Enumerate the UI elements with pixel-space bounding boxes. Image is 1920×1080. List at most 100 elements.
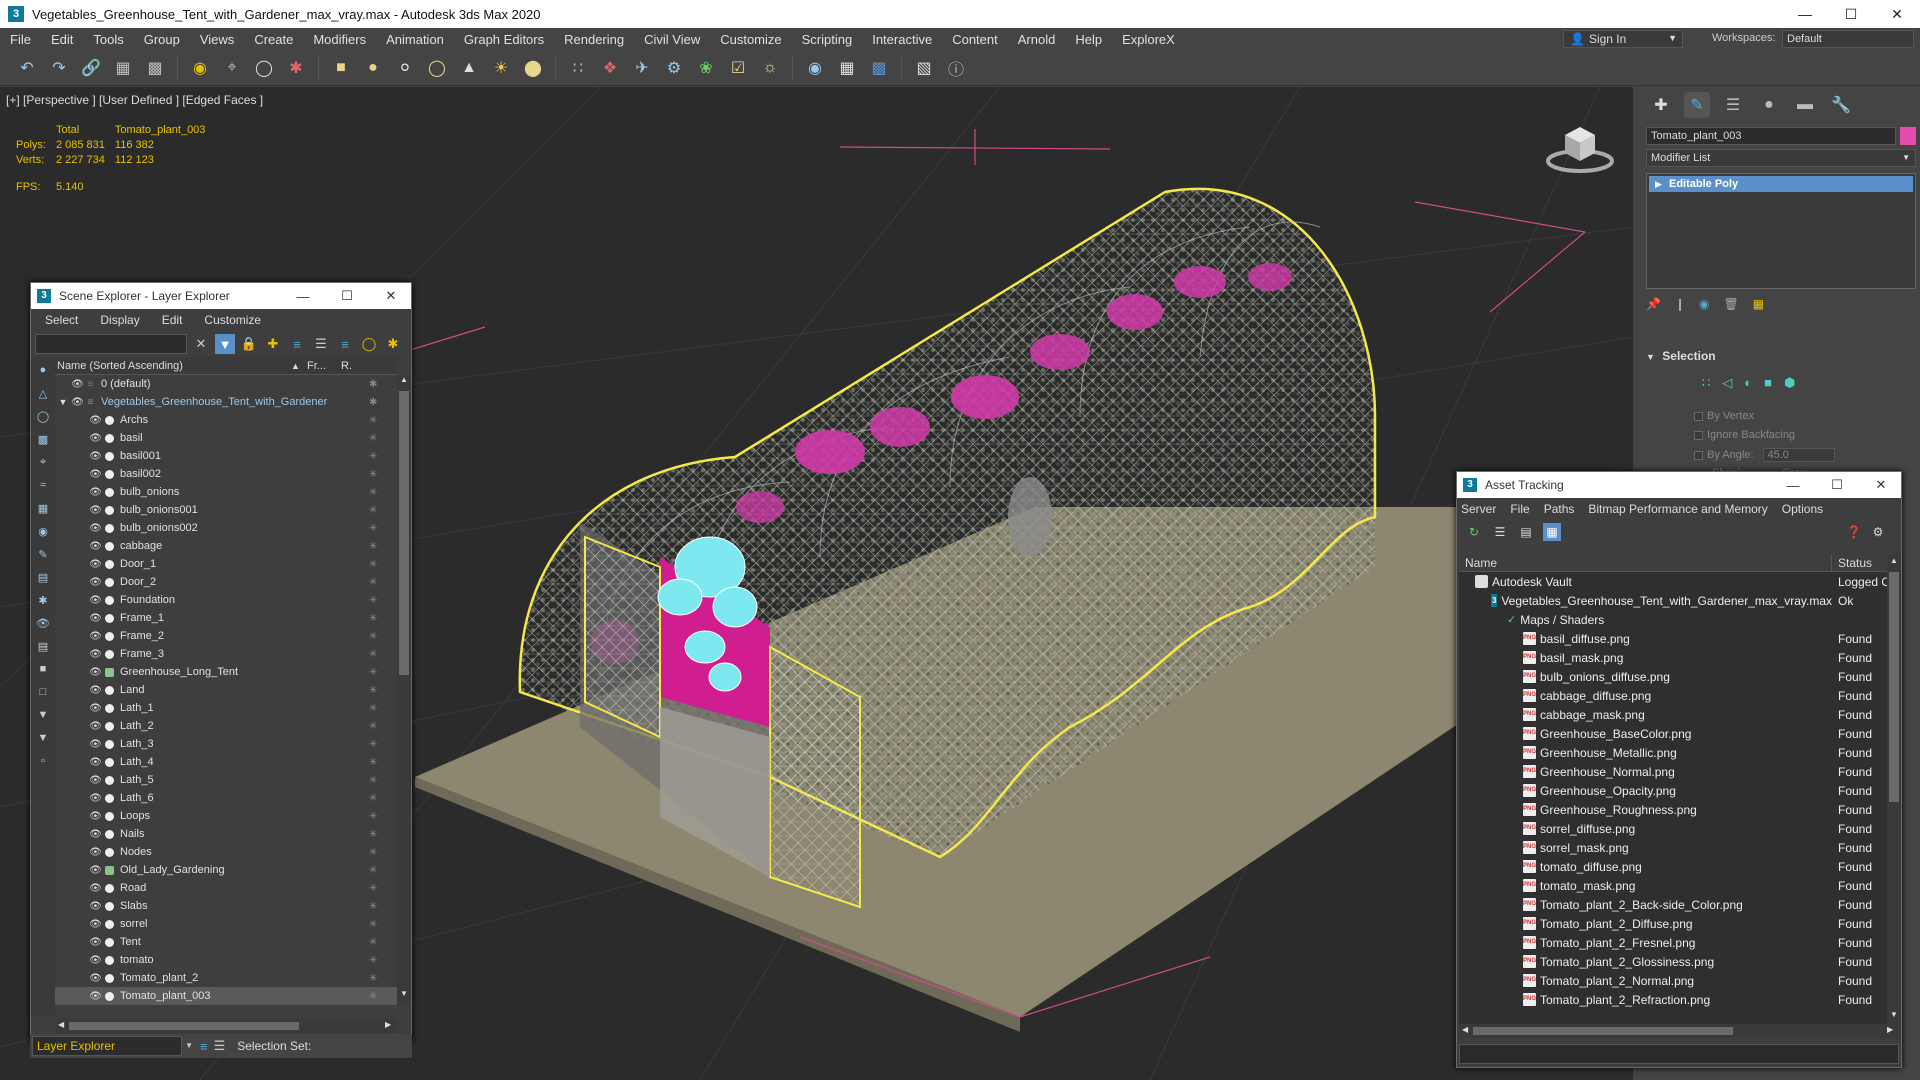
file-row[interactable]: 3 Vegetables_Greenhouse_Tent_with_Gardene… [1459, 591, 1887, 610]
invert-display-icon[interactable]: ▼ [34, 706, 52, 724]
map-row[interactable]: PNG Tomato_plant_2_Glossiness.png Found [1459, 952, 1887, 971]
border-icon[interactable]: ◐ [1744, 375, 1752, 391]
display-helpers-icon[interactable]: ⌖ [34, 453, 52, 471]
lock-icon[interactable]: 🔒 [239, 334, 259, 354]
expand-arrow-icon[interactable]: ▶ [1655, 176, 1662, 192]
object-row[interactable]: 👁 Tent ✳ [55, 933, 397, 951]
filter-funnel-icon[interactable]: ▼ [34, 729, 52, 747]
maximize-icon[interactable]: ☐ [1828, 0, 1874, 28]
object-row[interactable]: 👁 Old_Lady_Gardening ✳ [55, 861, 397, 879]
map-row[interactable]: PNG Greenhouse_Opacity.png Found [1459, 781, 1887, 800]
settings-icon[interactable]: ⚙ [1869, 523, 1887, 541]
modify-tab-icon[interactable]: ✎ [1684, 92, 1710, 118]
scroll-up-icon[interactable]: ▲ [1890, 556, 1898, 565]
freeze-icon[interactable]: ✳ [369, 541, 377, 552]
eye-icon[interactable]: 👁 [89, 559, 102, 570]
freeze-icon[interactable]: ✳ [369, 739, 377, 750]
hierarchy-icon[interactable]: ☰ [214, 1038, 226, 1054]
eye-icon[interactable]: 👁 [89, 829, 102, 840]
freeze-icon[interactable]: ✳ [369, 775, 377, 786]
gear-icon[interactable]: ⚙ [661, 55, 687, 81]
object-row[interactable]: 👁 Door_2 ✳ [55, 573, 397, 591]
freeze-icon[interactable]: ✳ [369, 883, 377, 894]
eye-icon[interactable]: 👁 [89, 613, 102, 624]
menu-edit[interactable]: Edit [41, 32, 83, 47]
freeze-icon[interactable]: ✳ [369, 901, 377, 912]
object-row[interactable]: 👁 Lath_4 ✳ [55, 753, 397, 771]
eye-icon[interactable]: 👁 [89, 523, 102, 534]
minimize-icon[interactable]: — [1771, 472, 1815, 498]
object-row[interactable]: 👁 Lath_3 ✳ [55, 735, 397, 753]
render-sphere-icon[interactable]: ◉ [802, 55, 828, 81]
viewcube[interactable] [1545, 117, 1615, 177]
display-containers-icon[interactable]: ▤ [34, 568, 52, 586]
remove-modifier-icon[interactable]: 🗑 [1724, 297, 1739, 317]
freeze-icon[interactable]: ✳ [369, 613, 377, 624]
object-row[interactable]: 👁 Frame_3 ✳ [55, 645, 397, 663]
eye-icon[interactable]: 👁 [89, 847, 102, 858]
material-editor-icon[interactable]: ▦ [834, 55, 860, 81]
object-row[interactable]: 👁 tomato ✳ [55, 951, 397, 969]
freeze-icon[interactable]: ✳ [369, 865, 377, 876]
at-menu-server[interactable]: Server [1461, 502, 1496, 516]
close-icon[interactable]: ✕ [1859, 472, 1903, 498]
eye-icon[interactable]: 👁 [89, 433, 102, 444]
object-row[interactable]: 👁 bulb_onions ✳ [55, 483, 397, 501]
object-row[interactable]: 👁 basil ✳ [55, 429, 397, 447]
map-row[interactable]: PNG Greenhouse_BaseColor.png Found [1459, 724, 1887, 743]
eye-icon[interactable]: 👁 [89, 901, 102, 912]
object-row[interactable]: 👁 Tomato_plant_2 ✳ [55, 969, 397, 987]
menu-modifiers[interactable]: Modifiers [303, 32, 376, 47]
object-row[interactable]: 👁 Frame_2 ✳ [55, 627, 397, 645]
eye-icon[interactable]: 👁 [89, 685, 102, 696]
at-menu-bitmap[interactable]: Bitmap Performance and Memory [1588, 502, 1767, 516]
sign-in-dropdown[interactable]: 👤 Sign In ▼ [1563, 30, 1683, 48]
bone-icon[interactable]: ❖ [597, 55, 623, 81]
eye-icon[interactable]: 👁 [89, 415, 102, 426]
freeze-icon[interactable]: ✳ [369, 811, 377, 822]
object-row[interactable]: 👁 Loops ✳ [55, 807, 397, 825]
scroll-down-icon[interactable]: ▼ [1890, 1010, 1898, 1019]
eye-icon[interactable]: 👁 [89, 595, 102, 606]
configure-sets-icon[interactable]: ▦ [1753, 297, 1764, 317]
cylinder-icon[interactable]: ⚪ [392, 55, 418, 81]
freeze-icon[interactable]: ✳ [369, 667, 377, 678]
maps-group-row[interactable]: ✓ Maps / Shaders [1459, 610, 1887, 629]
polygon-icon[interactable]: ■ [1764, 375, 1772, 391]
map-row[interactable]: PNG Tomato_plant_2_Normal.png Found [1459, 971, 1887, 990]
layer-explorer-icon[interactable]: ≡ [200, 1039, 208, 1054]
minimize-icon[interactable]: — [281, 283, 325, 309]
freeze-icon[interactable]: ✱ [369, 397, 377, 408]
menu-graph-editors[interactable]: Graph Editors [454, 32, 554, 47]
display-bones-icon[interactable]: ✎ [34, 545, 52, 563]
menu-create[interactable]: Create [244, 32, 303, 47]
scene-explorer-hscrollbar[interactable]: ◀ ▶ [55, 1019, 397, 1033]
eye-icon[interactable]: 👁 [89, 955, 102, 966]
column-r-header[interactable]: R. [337, 360, 352, 372]
freeze-icon[interactable]: ✳ [369, 721, 377, 732]
menu-content[interactable]: Content [942, 32, 1008, 47]
minimize-icon[interactable]: — [1782, 0, 1828, 28]
se-menu-display[interactable]: Display [100, 313, 139, 327]
cone-icon[interactable]: ▲ [456, 55, 482, 81]
map-row[interactable]: PNG cabbage_mask.png Found [1459, 705, 1887, 724]
freeze-icon[interactable]: ✳ [369, 577, 377, 588]
eye-icon[interactable]: 👁 [89, 721, 102, 732]
display-frozen-icon[interactable]: ▤ [34, 637, 52, 655]
menu-customize[interactable]: Customize [710, 32, 791, 47]
object-row[interactable]: 👁 basil001 ✳ [55, 447, 397, 465]
eye-icon[interactable]: 👁 [89, 487, 102, 498]
sphere-icon[interactable]: ● [360, 55, 386, 81]
camera-icon[interactable]: ◉ [187, 55, 213, 81]
layer-row-default[interactable]: 👁 ≡ 0 (default) ✱ [55, 375, 397, 393]
display-particles-icon[interactable]: ✱ [34, 591, 52, 609]
column-name-header[interactable]: Name [1459, 554, 1832, 571]
eye-icon[interactable]: 👁 [89, 811, 102, 822]
scene-explorer-titlebar[interactable]: 3 Scene Explorer - Layer Explorer — ☐ ✕ [31, 283, 411, 309]
eye-icon[interactable]: 👁 [89, 793, 102, 804]
freeze-icon[interactable]: ✳ [369, 919, 377, 930]
hair-icon[interactable]: ☑ [725, 55, 751, 81]
eye-icon[interactable]: 👁 [89, 919, 102, 930]
filter-icon[interactable]: ▼ [215, 334, 235, 354]
freeze-icon[interactable]: ✳ [369, 829, 377, 840]
